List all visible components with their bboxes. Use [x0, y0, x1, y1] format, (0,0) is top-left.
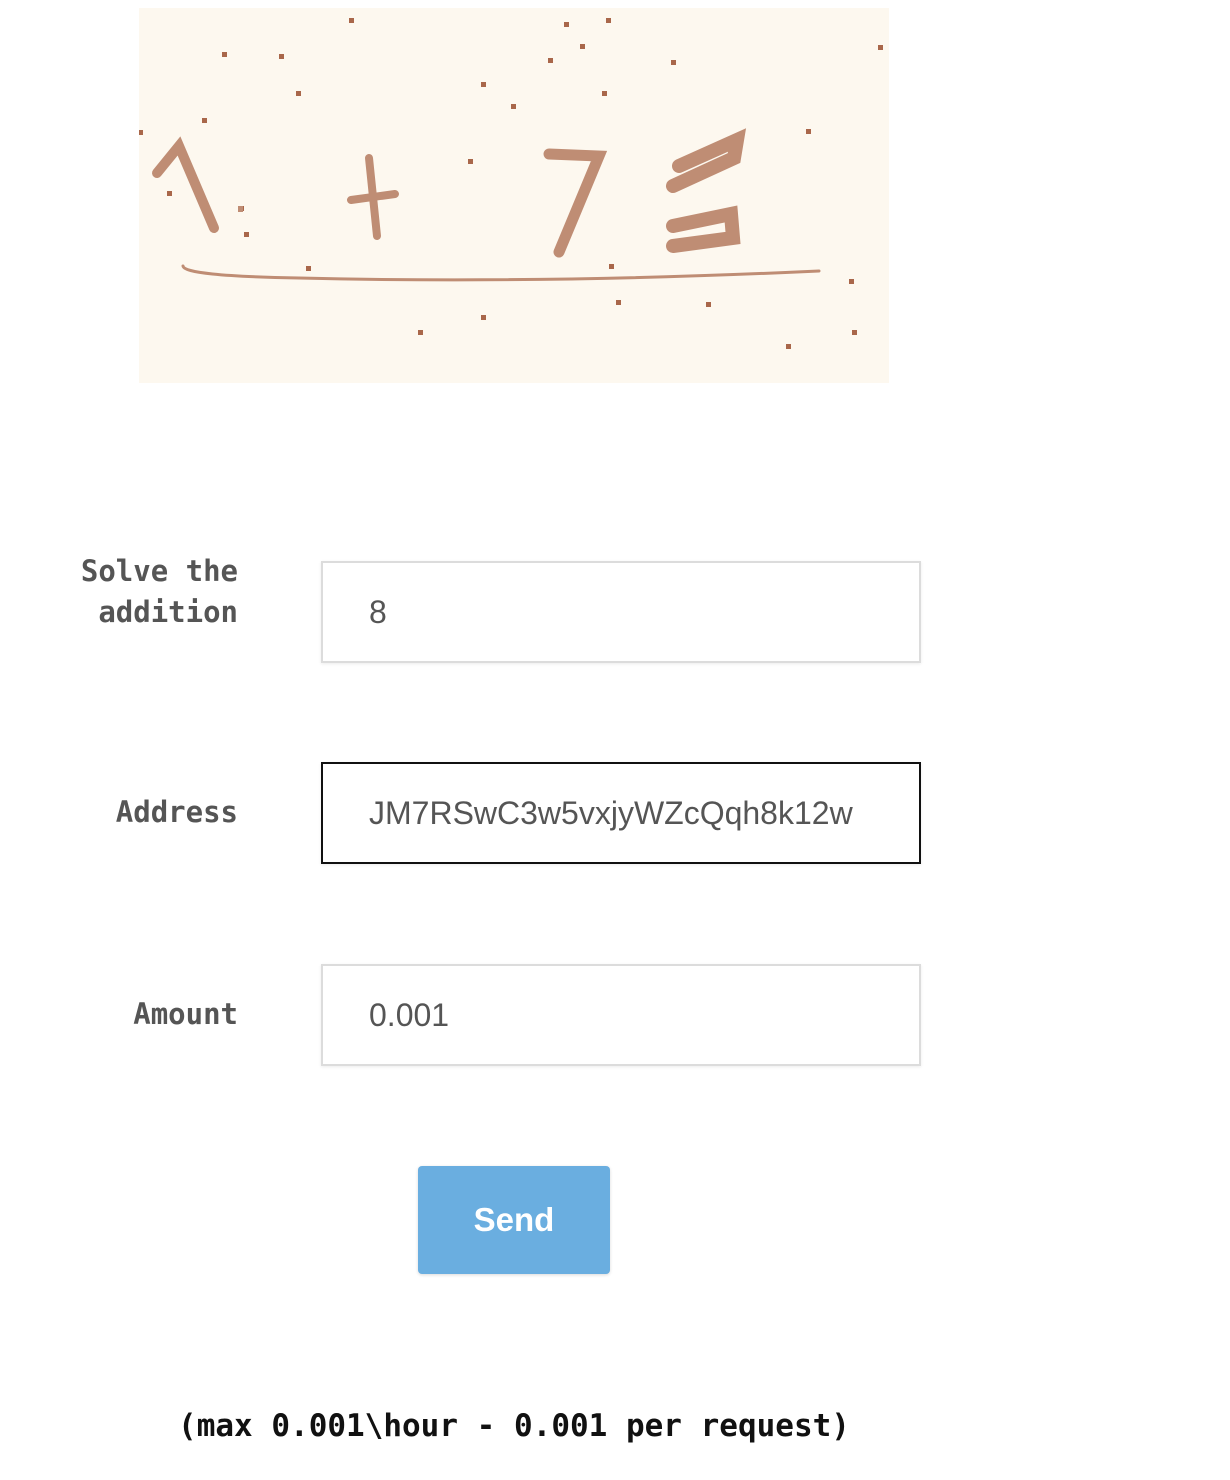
send-button[interactable]: Send: [418, 1166, 610, 1274]
answer-input[interactable]: [321, 561, 921, 663]
address-row: Address: [0, 762, 1230, 864]
captcha-image: [139, 8, 889, 383]
answer-row: Solve the addition: [0, 554, 1230, 663]
address-input[interactable]: [321, 762, 921, 864]
answer-label: Solve the addition: [80, 554, 238, 629]
amount-label: Amount: [133, 997, 238, 1031]
amount-row: Amount: [0, 964, 1230, 1066]
amount-input[interactable]: [321, 964, 921, 1066]
captcha-drawing: [139, 18, 883, 349]
address-label: Address: [115, 795, 238, 829]
captcha-noise-dots: [139, 18, 883, 349]
limit-note: (max 0.001\hour - 0.001 per request): [178, 1408, 850, 1444]
captcha-glyphs: [152, 128, 821, 282]
